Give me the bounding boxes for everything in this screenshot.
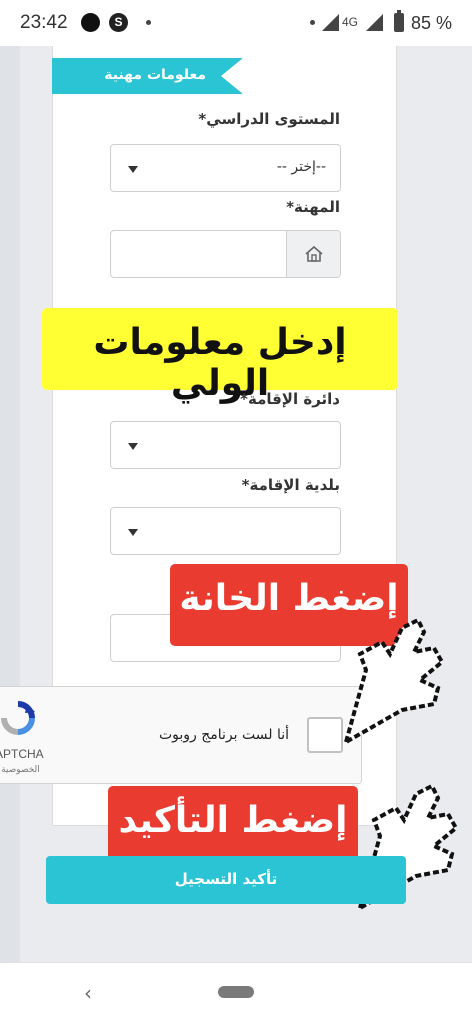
- section-title: معلومات مهنية: [104, 67, 206, 83]
- recaptcha-brand: APTCHA: [0, 747, 44, 761]
- back-chevron-icon[interactable]: ‹: [84, 981, 92, 1005]
- app-notification-icon: S: [109, 13, 128, 32]
- education-select[interactable]: --إختر --: [110, 144, 341, 192]
- residence-district-select[interactable]: [110, 421, 341, 469]
- notification-dot-icon: [81, 13, 100, 32]
- guardian-info-text: إدخل معلومات الولي: [93, 322, 347, 404]
- house-icon: [305, 245, 323, 262]
- residence-district-label: دائرة الإقامة*: [240, 390, 340, 408]
- cell-signal-icon: [366, 14, 383, 31]
- profession-field[interactable]: [110, 230, 341, 278]
- battery-icon: [394, 10, 404, 32]
- residence-municipality-select[interactable]: [110, 507, 341, 555]
- residence-municipality-label: بلدية الإقامة*: [241, 476, 340, 494]
- wifi-signal-icon: [322, 14, 339, 31]
- page-content[interactable]: معلومات مهنية المستوى الدراسي* --إختر --…: [0, 46, 472, 962]
- network-type: 4G: [342, 15, 359, 29]
- profession-addon: [286, 231, 340, 277]
- more-notifications-icon: [146, 20, 151, 25]
- confirm-registration-button[interactable]: تأكيد التسجيل: [46, 856, 406, 904]
- battery-percent: 85 %: [411, 13, 453, 33]
- hand-pointer-icon: [342, 617, 445, 747]
- profession-label: المهنة*: [286, 198, 340, 216]
- click-confirm-text: إضغط التأكيد: [118, 800, 348, 841]
- education-value: --إختر --: [276, 159, 326, 175]
- chevron-down-icon: [128, 166, 138, 173]
- home-pill-icon[interactable]: [218, 986, 254, 998]
- confirm-registration-label: تأكيد التسجيل: [174, 870, 278, 888]
- navigation-bar: ‹: [0, 962, 472, 1024]
- recaptcha-widget: APTCHA الخصوصية - أنا لست برنامج روبوت: [0, 686, 362, 784]
- recaptcha-icon: [1, 701, 35, 735]
- chevron-down-icon: [128, 443, 138, 450]
- recaptcha-label: أنا لست برنامج روبوت: [158, 727, 289, 743]
- guardian-info-banner: إدخل معلومات الولي: [42, 308, 398, 404]
- status-dot-icon: [310, 20, 315, 25]
- status-time: 23:42: [20, 12, 68, 33]
- education-label: المستوى الدراسي*: [198, 110, 340, 128]
- recaptcha-privacy-link[interactable]: الخصوصية -: [0, 765, 40, 775]
- status-bar: 23:42 S 4G 85 %: [0, 0, 472, 46]
- chevron-down-icon: [128, 529, 138, 536]
- section-ribbon: معلومات مهنية: [52, 58, 243, 94]
- side-panel: [0, 46, 20, 962]
